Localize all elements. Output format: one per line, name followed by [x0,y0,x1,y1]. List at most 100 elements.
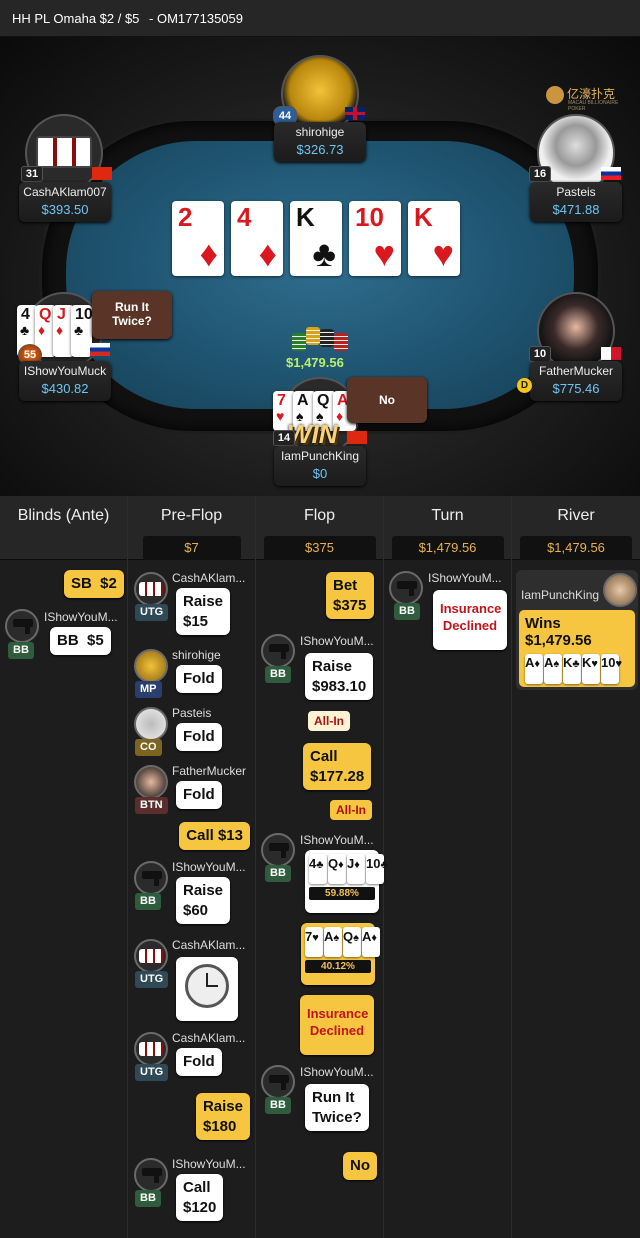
card-rank: Q [317,392,330,409]
brand-coin-icon [546,85,564,104]
card-rank: A [362,929,372,944]
card-4-red: 4 ♦ [231,201,283,276]
hand-id: - OM177135059 [149,11,243,26]
card-suit-icon: ♥ [276,408,285,424]
card-rank: K [582,655,592,670]
player-name: IShowYouM... [300,1065,374,1079]
card-a-black: A♠ [544,654,562,684]
player-action: Fold [176,1048,222,1076]
card-7-red: 7♥ [305,927,323,957]
card-k-black: K♣ [290,201,342,276]
card-10-black: 10♣ [71,305,92,357]
player-stack: $430.82 [41,381,89,396]
card-suit-icon: ♣ [316,859,324,871]
position-badge: MP [135,681,162,698]
alarm-clock-icon [176,957,238,1021]
avatar [389,571,423,605]
player-name: IShowYouM... [428,571,502,585]
card-suit-icon: ♦ [534,658,541,670]
brand-logo: 亿濠扑克 MACAU BILLIONAIRE POKER [546,85,628,112]
player-action: Raise $60 [176,877,231,924]
avatar [134,707,168,741]
player-name: Pasteis [556,185,596,199]
card-suit-icon: ♦ [199,233,218,274]
card-suit-icon: ♣ [20,322,30,338]
card-suit-icon: ♦ [354,859,360,871]
avatar [134,1158,168,1192]
player-plate: Pasteis $471.88 [530,182,622,222]
player-action: Fold [176,665,222,693]
position-badge: UTG [135,604,169,621]
flag-uk-icon [345,107,365,120]
flag-slovenia-icon [601,167,621,180]
insurance-declined: Insurance Declined [433,590,507,650]
player-name: CashAKlam... [172,571,246,585]
card-rank: A [297,392,309,409]
player-name: shirohige [172,648,221,662]
card-rank: 2 [178,202,193,232]
card-rank: J [57,306,66,323]
chip-stack-icon [292,325,352,353]
player-stack: $471.88 [552,202,600,217]
allin-tag: All-In [330,800,372,820]
card-suit-icon: ♠ [333,932,340,944]
player-name: IShowYouM... [172,1157,246,1171]
street-label: Blinds (Ante) [17,507,110,524]
gun-icon [142,871,162,886]
card-k-red: K♥ [408,201,460,276]
flag-china-icon [92,167,112,180]
avatar [134,765,168,799]
street-header: Flop $375 [256,496,383,560]
card-suit-icon: ♥ [312,932,319,944]
no-bubble: No [347,377,427,423]
card-rank: K [563,655,573,670]
card-a-red: A♦ [362,927,380,957]
position-badge: BB [135,1190,161,1207]
player-name: FatherMucker [538,364,614,378]
street-pot: $7 [142,536,241,560]
player-stack: $326.73 [296,142,344,157]
player-name: FatherMucker [172,764,247,778]
equity-hand: 7♥ A ♠ Q♠ A♦ [305,927,380,957]
slot-machine-icon [36,136,92,168]
hero-equity-card: 7♥ A♠ Q♠ A♦ 40.12% [301,923,380,985]
gun-icon [269,843,289,858]
brand-tagline: MACAU BILLIONAIRE POKER [568,99,619,112]
hero-call: Call $177.28 [303,743,372,790]
column-blinds: Blinds (Ante) [0,496,128,1238]
position-badge: BB [135,893,161,910]
position-badge: BB [394,603,420,620]
run-it-twice-bubble: Run It Twice? [92,291,172,339]
card-suit-icon: ♦ [338,859,344,871]
card-10-red: 10♥ [349,201,401,276]
player-name: IShowYouM... [300,634,374,648]
position-badge: CO [135,739,162,756]
hero-bet: Bet $375 [326,572,374,619]
card-q-black: Q♠ [343,927,361,957]
card-2-red: 2 ♦ [172,201,224,276]
card-rank: 4 [21,306,30,323]
bb-action: BB $5 [50,627,111,655]
player-name: CashAKlam007 [23,185,107,199]
game-title: HH PL Omaha $2 / $5 [12,11,140,26]
card-rank: Q [39,306,52,323]
player-action: Fold [176,723,222,751]
winner-box: IamPunchKing Wins $1,479.56 A♦ A♠ K♣ K♥ 10♥ [516,570,638,690]
villain-equity: 59.88% [309,887,375,900]
street-label: River [557,507,595,524]
wins-text: Wins $1,479.56 [525,615,592,649]
card-rank: 10 [601,655,616,670]
flag-russia-icon [90,343,110,356]
avatar [261,833,295,867]
player-action: Fold [176,781,222,809]
card-q-red: Q♦ [328,854,346,884]
hero-action: Raise $180 [195,1093,250,1140]
player-name: shirohige [295,125,345,139]
winning-hand: A♦ A♠ K♣ K♥ 10♥ [525,654,629,684]
street-header: Pre-Flop $7 [128,496,255,560]
card-suit-icon: ♣ [312,233,336,274]
player-plate: IShowYouMuck $430.82 [19,361,111,401]
player-name: IShowYouMuck [23,364,107,378]
player-name: IShowYouM... [172,860,246,874]
street-pot: $1,479.56 [520,536,632,560]
